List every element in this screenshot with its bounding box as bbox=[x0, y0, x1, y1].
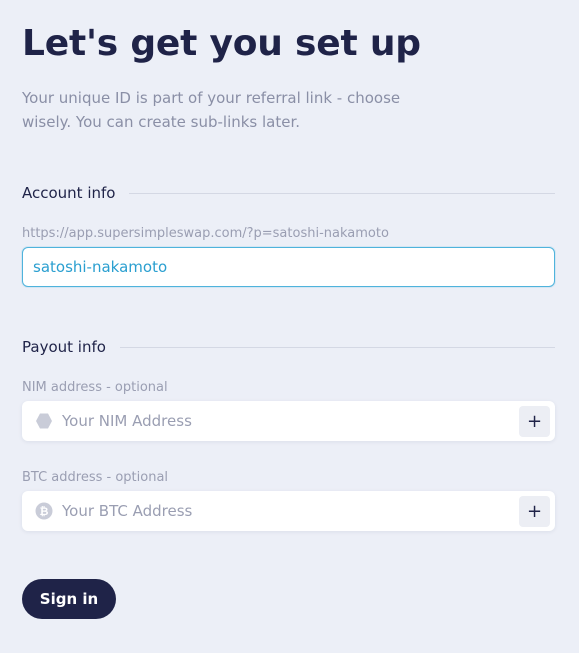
account-info-label: Account info bbox=[22, 184, 116, 202]
nim-address-field: + bbox=[22, 401, 555, 441]
add-nim-address-button[interactable]: + bbox=[519, 405, 550, 437]
page-title: Let's get you set up bbox=[22, 23, 421, 64]
sign-in-button[interactable]: Sign in bbox=[22, 579, 116, 619]
svg-text:₿: ₿ bbox=[40, 505, 49, 518]
btc-address-input[interactable] bbox=[62, 492, 519, 530]
btc-address-label: BTC address - optional bbox=[22, 470, 169, 485]
section-divider bbox=[119, 346, 555, 348]
payout-info-label: Payout info bbox=[22, 338, 106, 356]
bitcoin-icon: ₿ bbox=[35, 502, 53, 520]
payout-info-header: Payout info bbox=[22, 337, 555, 357]
nim-address-input[interactable] bbox=[62, 402, 519, 440]
page-subtitle: Your unique ID is part of your referral … bbox=[22, 89, 401, 131]
nim-address-label: NIM address - optional bbox=[22, 380, 168, 395]
account-info-header: Account info bbox=[22, 183, 555, 203]
btc-address-field: ₿ + bbox=[22, 491, 555, 531]
add-btc-address-button[interactable]: + bbox=[519, 495, 550, 527]
unique-id-input[interactable] bbox=[22, 247, 555, 287]
hexagon-icon bbox=[35, 412, 53, 430]
section-divider bbox=[129, 192, 555, 194]
referral-link-preview: https://app.supersimpleswap.com/?p=satos… bbox=[22, 226, 389, 241]
